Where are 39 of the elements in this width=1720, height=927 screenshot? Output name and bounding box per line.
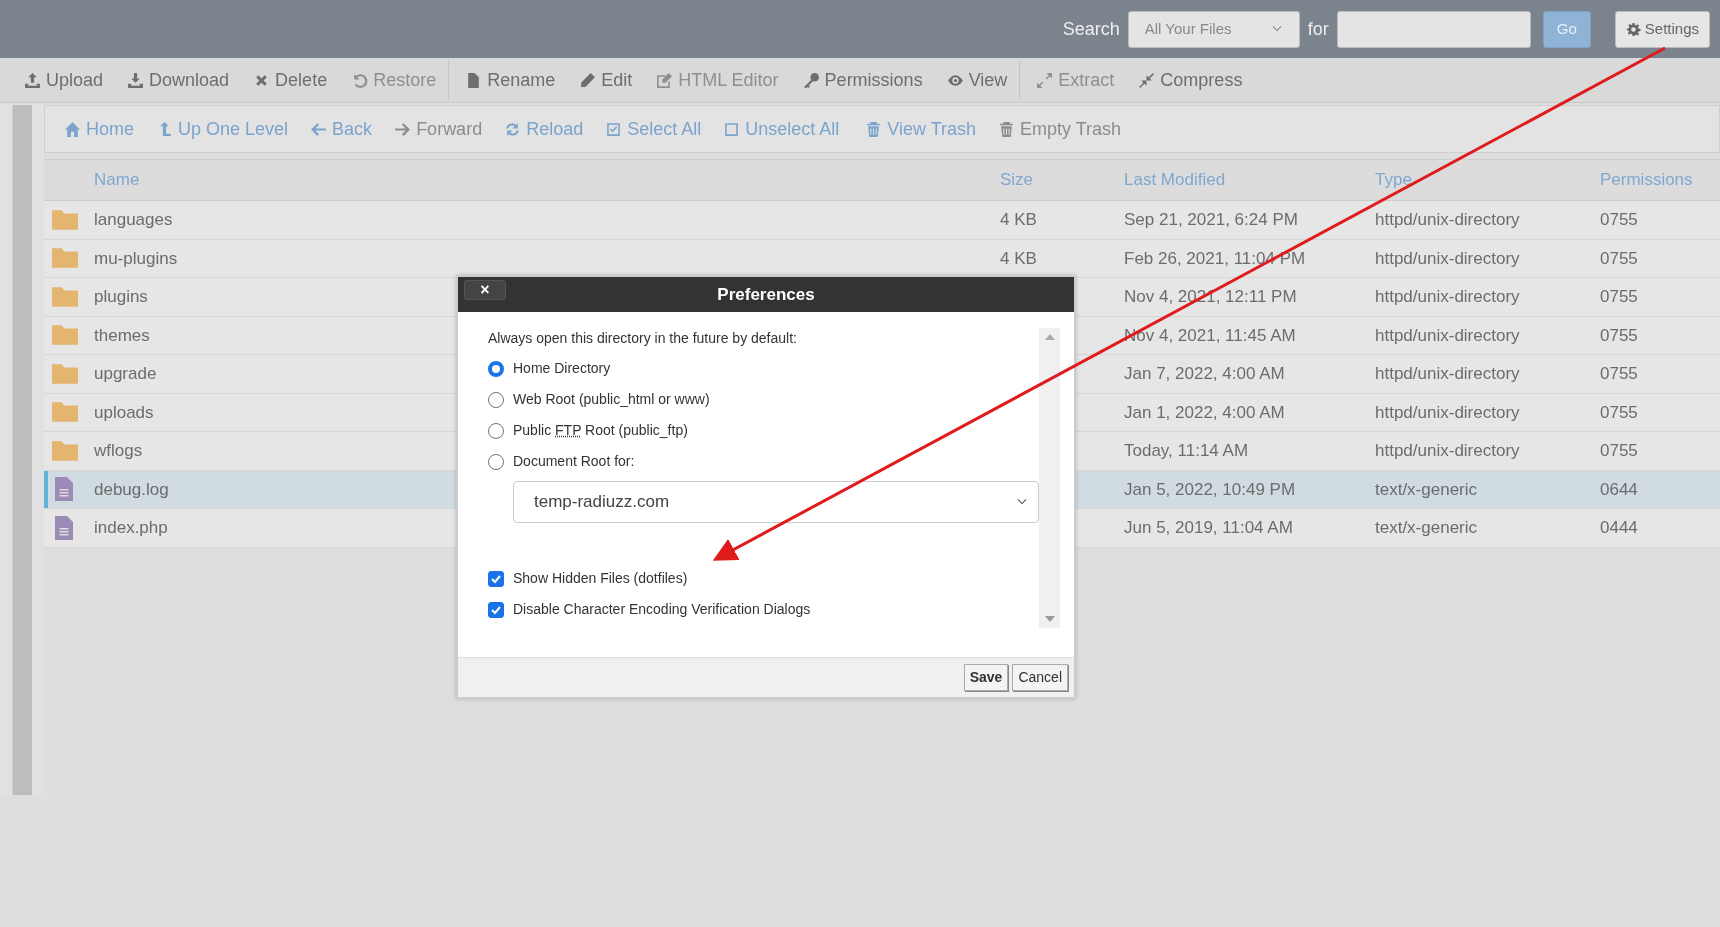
file-permissions: 0755 [1600,441,1638,460]
file-permissions: 0755 [1600,248,1638,268]
file-type: httpd/unix-directory [1375,248,1520,268]
file-type: httpd/unix-directory [1375,364,1520,383]
search-label: Search [1062,17,1120,41]
file-type: httpd/unix-directory [1375,441,1520,460]
file-permissions: 0444 [1600,518,1638,537]
file-name: wflogs [94,441,143,460]
file-permissions: 0755 [1600,402,1638,422]
file-permissions: 0755 [1600,325,1638,345]
prompt-text: Always open this directory in the future by default: [488,329,798,348]
file-name: plugins [94,287,148,306]
file-permissions: 0755 [1600,287,1638,306]
file-size: 4 KB [1000,210,1037,229]
file-permissions: 0755 [1600,364,1638,383]
dialog-title: Preferences [717,283,815,306]
file-name: debug.log [94,479,169,499]
file-type: httpd/unix-directory [1375,287,1520,306]
file-name: upgrade [94,364,157,383]
file-permissions: 0755 [1600,210,1638,229]
file-type: text/x-generic [1375,479,1478,499]
file-name: languages [94,210,173,229]
file-name: index.php [94,518,168,537]
for-label: for [1307,17,1329,41]
file-size: 4 KB [1000,248,1037,268]
file-type: httpd/unix-directory [1375,402,1520,422]
modified-date: Sep 21, 2021, 6:24 PM [1124,210,1298,229]
modified-date: Jan 7, 2022, 4:00 AM [1124,364,1285,383]
modified-date: Jan 1, 2022, 4:00 AM [1124,402,1285,422]
file-type: text/x-generic [1375,518,1478,537]
file-name: mu-plugins [94,248,178,268]
file-permissions: 0644 [1600,479,1638,499]
modified-date: Jan 5, 2022, 10:49 PM [1124,479,1296,499]
file-name: themes [94,325,150,345]
modified-date: Today, 11:14 AM [1124,441,1249,460]
modified-date: Jun 5, 2019, 11:04 AM [1124,518,1293,537]
file-name: uploads [94,402,154,422]
file-type: httpd/unix-directory [1375,210,1520,229]
file-type: httpd/unix-directory [1375,325,1520,345]
